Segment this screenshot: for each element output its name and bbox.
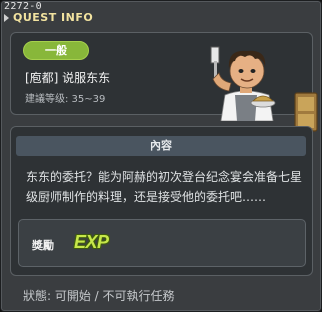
quest-summary-panel: 一般 [庖都] 说服东东 建議等级: 35~39 <box>10 32 318 137</box>
quest-content-panel: 內容 东东的委托？能为阿赫的初次登台纪念宴会准备七星级厨师制作的料理，还是接受他… <box>10 126 313 276</box>
quest-description: 东东的委托？能为阿赫的初次登台纪念宴会准备七星级厨师制作的料理，还是接受他的委托… <box>26 170 303 204</box>
chef-npc-portrait-icon <box>210 46 276 121</box>
window-title: QUEST INFO <box>13 11 94 24</box>
header-arrow-icon <box>4 14 9 22</box>
quest-name: [庖都] 说服东东 <box>25 71 111 85</box>
content-title-bar: 內容 <box>16 136 306 156</box>
quest-status: 狀態: 可開始 / 不可執行任務 <box>23 289 175 303</box>
content-title: 內容 <box>150 139 172 152</box>
exp-icon: EXP <box>74 232 109 252</box>
reward-box: 獎勵 EXP <box>18 219 306 267</box>
category-badge: 一般 <box>23 41 89 60</box>
quest-level: 建議等级: 35~39 <box>25 94 106 105</box>
quest-info-window: 2272-0 QUEST INFO 一般 [庖都] 说服东东 建議等级: 35~… <box>0 0 322 312</box>
reward-label: 獎勵 <box>32 239 54 252</box>
